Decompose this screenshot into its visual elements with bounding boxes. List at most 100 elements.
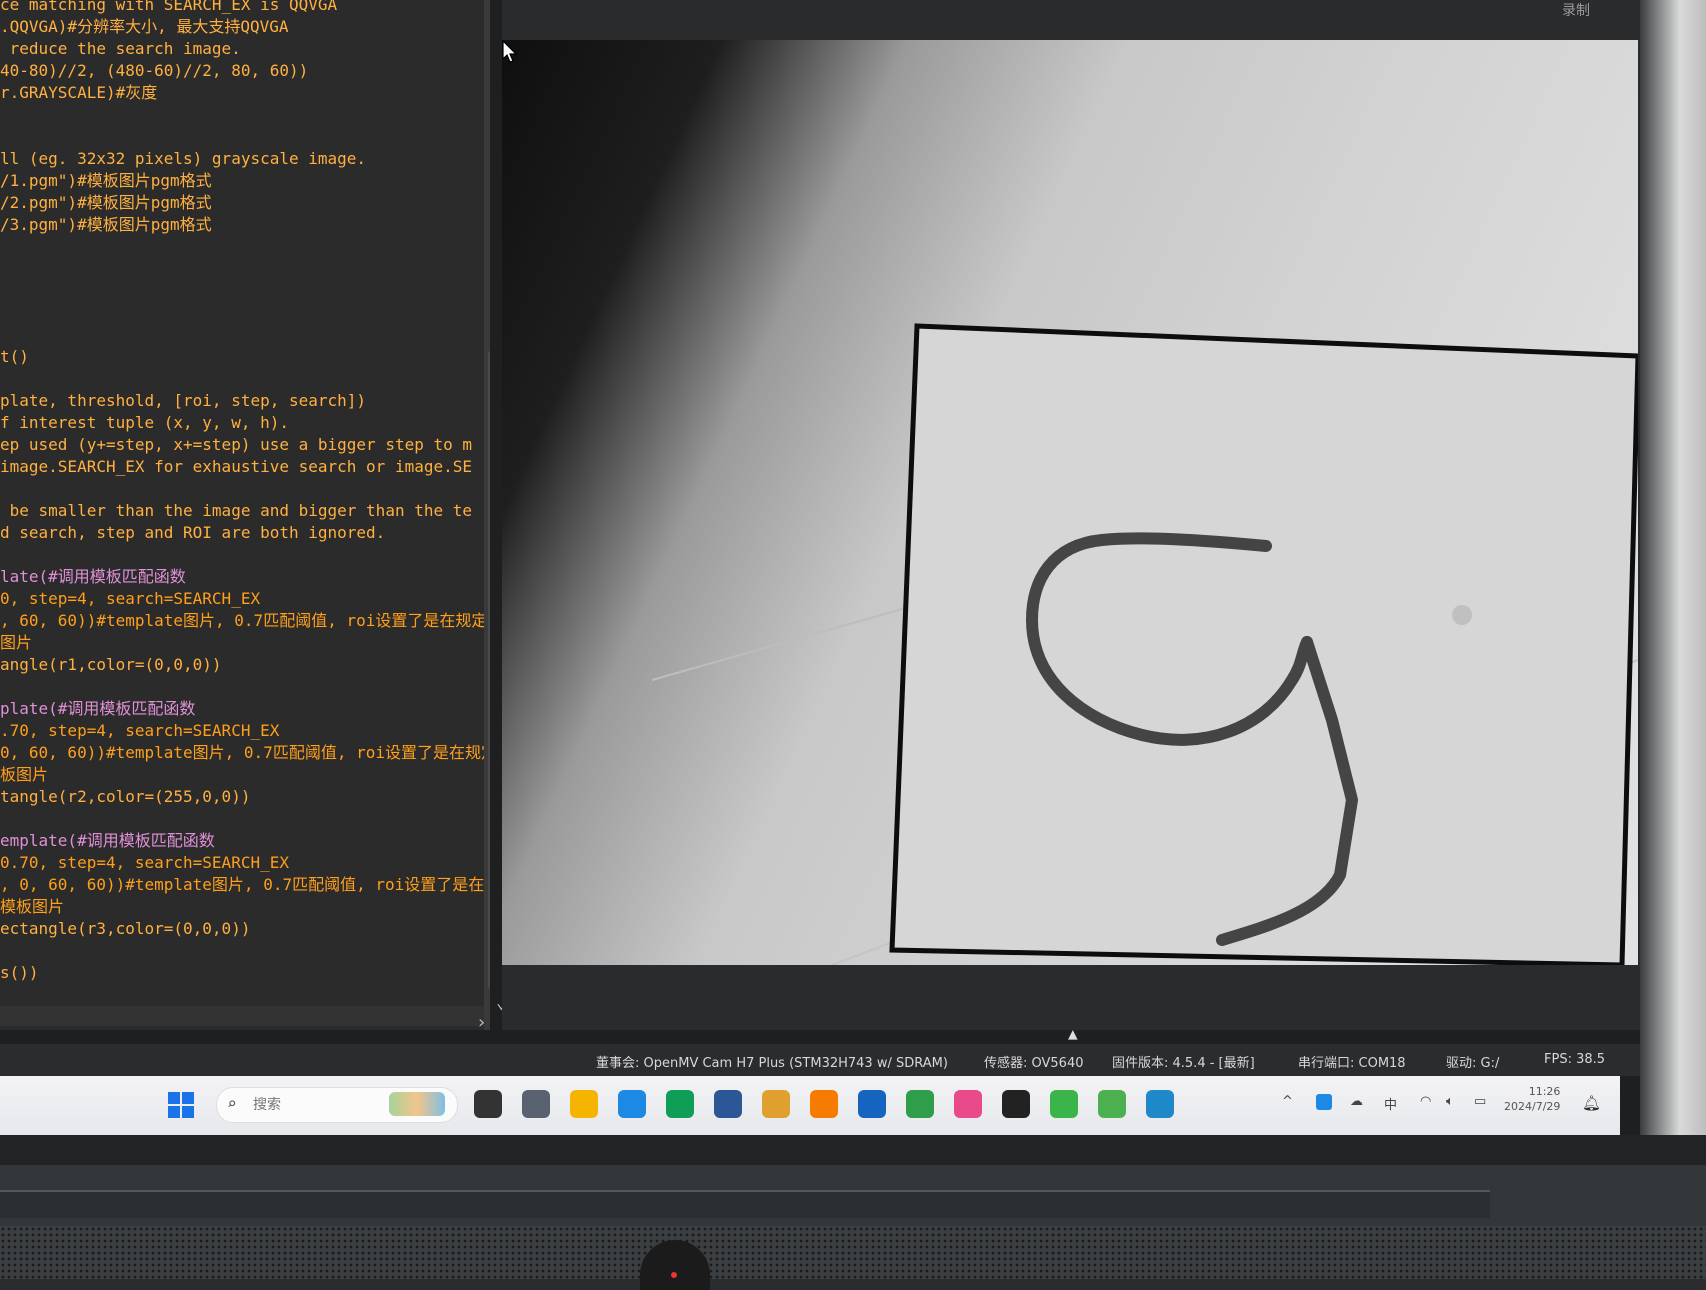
scrollbar-thumb[interactable] xyxy=(488,350,490,990)
speaker-grille xyxy=(0,1226,1706,1279)
code-line[interactable] xyxy=(0,478,490,500)
code-line[interactable]: 图片 xyxy=(0,632,490,654)
drive-status: 驱动: G:/ xyxy=(1446,1056,1500,1071)
tray-cloud-icon[interactable]: ☁ xyxy=(1350,1094,1363,1109)
editor-vertical-scrollbar[interactable] xyxy=(484,0,490,1030)
code-line[interactable]: be smaller than the image and bigger tha… xyxy=(0,500,490,522)
wifi-icon[interactable]: ◠ xyxy=(1420,1094,1431,1109)
windows-taskbar: ⌕ ^ ☁ 中 ◠ 🔈︎ ▭ 11:26 2024/7/29 🔔︎ xyxy=(0,1076,1620,1135)
taskbar-app-app-yellow-icon[interactable] xyxy=(762,1090,790,1118)
code-line[interactable] xyxy=(0,544,490,566)
taskbar-app-file-explorer-icon[interactable] xyxy=(570,1090,598,1118)
volume-icon[interactable]: 🔈︎ xyxy=(1446,1094,1454,1109)
code-line[interactable]: emplate(#调用模板匹配函数 xyxy=(0,830,490,852)
code-line[interactable]: f interest tuple (x, y, w, h). xyxy=(0,412,490,434)
code-line[interactable]: tangle(r2,color=(255,0,0)) xyxy=(0,786,490,808)
search-input[interactable] xyxy=(251,1094,375,1116)
taskbar-app-app-orange-icon[interactable] xyxy=(810,1090,838,1118)
taskbar-app-app-pink-icon[interactable] xyxy=(954,1090,982,1118)
clock-time: 11:26 xyxy=(1528,1085,1561,1098)
taskbar-app-ie-icon[interactable] xyxy=(618,1090,646,1118)
taskbar-app-app-dark-icon[interactable] xyxy=(1002,1090,1030,1118)
code-line[interactable]: s()) xyxy=(0,962,490,984)
code-line[interactable] xyxy=(0,324,490,346)
code-line[interactable]: , 60, 60))#template图片, 0.7匹配阈值, roi设置了是在… xyxy=(0,610,490,632)
taskbar-search-box[interactable]: ⌕ xyxy=(216,1087,458,1123)
search-highlight-icon xyxy=(389,1092,445,1116)
code-line[interactable] xyxy=(0,280,490,302)
code-line[interactable] xyxy=(0,808,490,830)
fps-status: FPS: 38.5 xyxy=(1544,1052,1606,1067)
taskbar-app-widgets-icon[interactable] xyxy=(522,1090,550,1118)
laptop-screen: ce matching with SEARCH_EX is QQVGA .QQVG… xyxy=(0,0,1640,1135)
taskbar-app-wechat-icon[interactable] xyxy=(1050,1090,1078,1118)
code-line[interactable] xyxy=(0,126,490,148)
code-line[interactable] xyxy=(0,104,490,126)
mouse-cursor-icon xyxy=(502,40,518,63)
code-line[interactable]: ep used (y+=step, x+=step) use a bigger … xyxy=(0,434,490,456)
serial-port-status: 串行端口: COM18 xyxy=(1298,1056,1406,1071)
code-line[interactable]: ce matching with SEARCH_EX is QQVGA xyxy=(0,0,490,16)
code-line[interactable]: /3.pgm")#模板图片pgm格式 xyxy=(0,214,490,236)
code-line[interactable]: 0, 60, 60))#template图片, 0.7匹配阈值, roi设置了是… xyxy=(0,742,490,764)
code-line[interactable]: reduce the search image. xyxy=(0,38,490,60)
taskbar-app-app-green-icon[interactable] xyxy=(906,1090,934,1118)
dust-spot xyxy=(1452,605,1472,625)
code-line[interactable]: 0, step=4, search=SEARCH_EX xyxy=(0,588,490,610)
board-status: 董事会: OpenMV Cam H7 Plus (STM32H743 w/ SD… xyxy=(596,1056,948,1071)
taskbar-app-openmv-ide-icon[interactable] xyxy=(1146,1090,1174,1118)
code-line[interactable]: .QQVGA)#分辨率大小, 最大支持QQVGA xyxy=(0,16,490,38)
code-line[interactable]: .70, step=4, search=SEARCH_EX xyxy=(0,720,490,742)
code-line[interactable]: plate(#调用模板匹配函数 xyxy=(0,698,490,720)
code-line[interactable]: 0.70, step=4, search=SEARCH_EX xyxy=(0,852,490,874)
code-text[interactable]: ce matching with SEARCH_EX is QQVGA .QQVG… xyxy=(0,0,490,984)
record-label[interactable]: 录制 xyxy=(1562,0,1590,20)
tray-app-icon[interactable] xyxy=(1316,1094,1332,1110)
code-line[interactable]: r.GRAYSCALE)#灰度 xyxy=(0,82,490,104)
editor-horizontal-scrollbar[interactable] xyxy=(0,1006,484,1026)
taskbar-app-app-monitor-icon[interactable] xyxy=(1098,1090,1126,1118)
taskbar-app-task-view-icon[interactable] xyxy=(474,1090,502,1118)
code-line[interactable] xyxy=(0,302,490,324)
taskbar-clock[interactable]: 11:26 2024/7/29 xyxy=(1504,1084,1560,1114)
clock-date: 2024/7/29 xyxy=(1504,1100,1561,1113)
code-line[interactable]: angle(r1,color=(0,0,0)) xyxy=(0,654,490,676)
code-line[interactable] xyxy=(0,676,490,698)
taskbar-app-store-icon[interactable] xyxy=(714,1090,742,1118)
windows-start-button[interactable] xyxy=(168,1092,194,1118)
search-icon: ⌕ xyxy=(227,1094,237,1113)
battery-icon[interactable]: ▭ xyxy=(1474,1094,1486,1109)
code-line[interactable]: ll (eg. 32x32 pixels) grayscale image. xyxy=(0,148,490,170)
code-line[interactable]: late(#调用模板匹配函数 xyxy=(0,566,490,588)
camera-view-drawing xyxy=(651,323,1638,965)
frame-buffer-panel: 录制 ▲ xyxy=(502,0,1640,1043)
code-line[interactable]: t() xyxy=(0,346,490,368)
ide-status-bar: 董事会: OpenMV Cam H7 Plus (STM32H743 w/ SD… xyxy=(0,1044,1640,1076)
code-line[interactable] xyxy=(0,368,490,390)
code-line[interactable] xyxy=(0,236,490,258)
laptop-hinge xyxy=(0,1190,1490,1218)
code-line[interactable]: /2.pgm")#模板图片pgm格式 xyxy=(0,192,490,214)
taskbar-app-app-k-icon[interactable] xyxy=(858,1090,886,1118)
ime-indicator[interactable]: 中 xyxy=(1384,1094,1397,1113)
scroll-right-icon[interactable]: › xyxy=(476,1012,487,1030)
tray-chevron-icon[interactable]: ^ xyxy=(1282,1094,1293,1109)
code-editor[interactable]: ce matching with SEARCH_EX is QQVGA .QQVG… xyxy=(0,0,490,1030)
code-line[interactable] xyxy=(0,940,490,962)
code-line[interactable]: d search, step and ROI are both ignored. xyxy=(0,522,490,544)
code-line[interactable]: /1.pgm")#模板图片pgm格式 xyxy=(0,170,490,192)
code-line[interactable]: ectangle(r3,color=(0,0,0)) xyxy=(0,918,490,940)
code-line[interactable] xyxy=(0,258,490,280)
notification-bell-icon[interactable]: 🔔︎ xyxy=(1582,1094,1601,1112)
sensor-status: 传感器: OV5640 xyxy=(984,1056,1084,1071)
collapse-arrow-icon[interactable]: ▲ xyxy=(1068,1024,1078,1043)
taskbar-app-edge-icon[interactable] xyxy=(666,1090,694,1118)
firmware-status[interactable]: 固件版本: 4.5.4 - [最新] xyxy=(1112,1052,1255,1071)
code-line[interactable]: image.SEARCH_EX for exhaustive search or… xyxy=(0,456,490,478)
code-line[interactable]: 40-80)//2, (480-60)//2, 80, 60)) xyxy=(0,60,490,82)
code-line[interactable]: , 0, 60, 60))#template图片, 0.7匹配阈值, roi设置… xyxy=(0,874,490,896)
background-desk xyxy=(1640,0,1706,1165)
code-line[interactable]: 模板图片 xyxy=(0,896,490,918)
code-line[interactable]: 板图片 xyxy=(0,764,490,786)
code-line[interactable]: plate, threshold, [roi, step, search]) xyxy=(0,390,490,412)
